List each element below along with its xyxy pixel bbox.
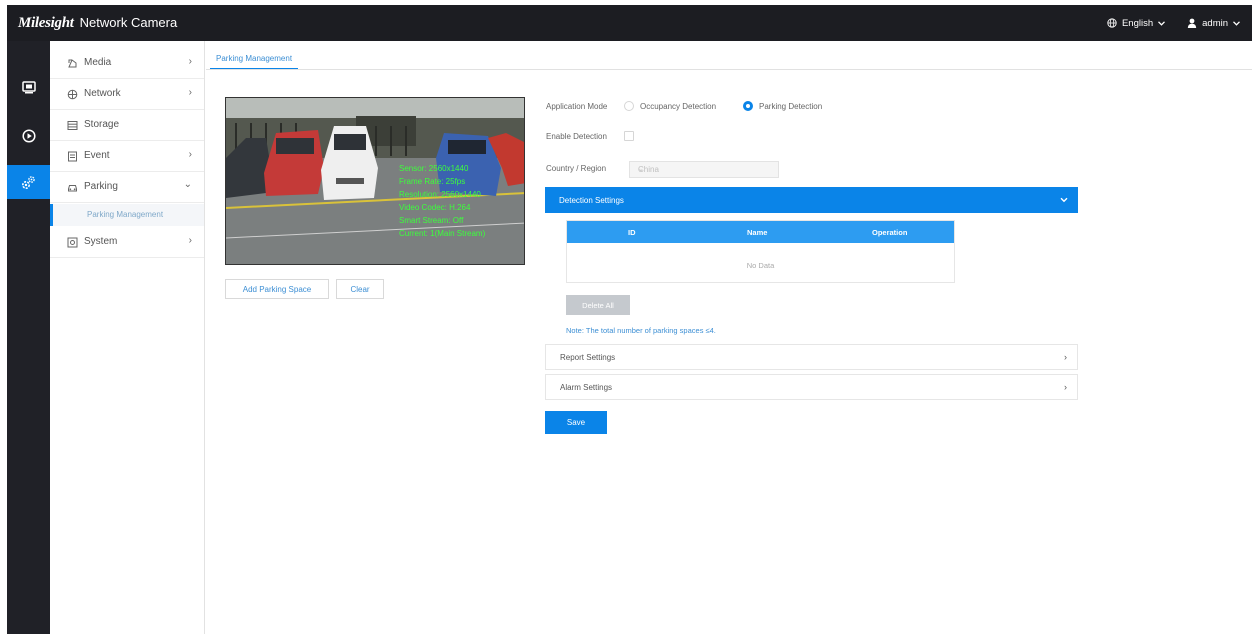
osd-line: Current: 1(Main Stream) bbox=[399, 229, 486, 238]
table-header: ID Name Operation bbox=[567, 221, 954, 243]
chevron-down-icon bbox=[1060, 197, 1068, 203]
detection-settings-panel-header[interactable]: Detection Settings bbox=[545, 187, 1078, 213]
chevron-right-icon: › bbox=[188, 235, 192, 246]
parking-space-table: ID Name Operation No Data bbox=[566, 220, 955, 283]
column-header-name: Name bbox=[747, 228, 768, 237]
playback-icon bbox=[21, 129, 36, 143]
osd-line: Sensor: 2560x1440 bbox=[399, 164, 469, 173]
column-header-operation: Operation bbox=[872, 228, 908, 237]
menu-item-label: System bbox=[84, 236, 118, 247]
chevron-right-icon: › bbox=[188, 56, 192, 67]
enable-detection-checkbox[interactable] bbox=[624, 131, 634, 141]
clear-button[interactable]: Clear bbox=[336, 279, 384, 299]
chevron-right-icon: › bbox=[1064, 382, 1067, 392]
menu-item-media[interactable]: Media › bbox=[50, 48, 204, 79]
detection-settings-label: Detection Settings bbox=[559, 195, 624, 205]
alarm-settings-label: Alarm Settings bbox=[560, 382, 613, 392]
menu-item-label: Network bbox=[84, 88, 121, 99]
chevron-down-icon bbox=[1158, 20, 1166, 26]
monitor-icon bbox=[21, 80, 36, 93]
rail-playback[interactable] bbox=[7, 119, 50, 153]
submenu-item-parking-management[interactable]: Parking Management bbox=[50, 204, 204, 226]
tab-parking-management[interactable]: Parking Management bbox=[210, 51, 299, 70]
user-menu[interactable]: admin bbox=[1187, 18, 1240, 29]
osd-line: Resolution: 2560x1440 bbox=[399, 190, 481, 199]
settings-icon bbox=[21, 175, 35, 189]
occupancy-detection-radio[interactable] bbox=[624, 101, 634, 111]
icon-rail bbox=[7, 41, 50, 634]
report-settings-panel-header[interactable]: Report Settings › bbox=[545, 344, 1078, 370]
product-name: Network Camera bbox=[79, 14, 178, 30]
delete-all-button[interactable]: Delete All bbox=[566, 295, 630, 315]
language-selector[interactable]: English bbox=[1107, 17, 1166, 29]
country-region-select[interactable]: China ⌄ bbox=[629, 161, 779, 178]
language-label: English bbox=[1121, 17, 1154, 29]
enable-detection-label: Enable Detection bbox=[546, 132, 607, 141]
settings-menu: Media › Network › Storage Event › Parkin… bbox=[50, 41, 205, 634]
country-region-label: Country / Region bbox=[546, 164, 607, 173]
menu-item-event[interactable]: Event › bbox=[50, 141, 204, 172]
storage-icon bbox=[67, 121, 78, 130]
media-icon bbox=[68, 59, 77, 68]
event-icon bbox=[68, 151, 77, 162]
user-icon bbox=[1187, 18, 1197, 28]
menu-item-system[interactable]: System › bbox=[50, 227, 204, 258]
menu-item-network[interactable]: Network › bbox=[50, 79, 204, 110]
chevron-right-icon: › bbox=[188, 149, 192, 160]
menu-item-storage[interactable]: Storage bbox=[50, 110, 204, 141]
table-empty-text: No Data bbox=[746, 261, 775, 270]
menu-item-label: Parking bbox=[84, 181, 118, 192]
osd-line: Frame Rate: 25fps bbox=[399, 177, 466, 186]
osd-line: Smart Stream: Off bbox=[399, 216, 464, 225]
chevron-right-icon: › bbox=[1064, 352, 1067, 362]
rail-settings[interactable] bbox=[7, 165, 50, 199]
menu-item-parking[interactable]: Parking ⌄ bbox=[50, 172, 204, 203]
chevron-right-icon: › bbox=[188, 87, 192, 98]
parking-space-limit-note: Note: The total number of parking spaces… bbox=[566, 326, 716, 335]
brand-logo: Milesight bbox=[18, 14, 74, 31]
rail-live-view[interactable] bbox=[7, 70, 50, 104]
menu-item-label: Event bbox=[84, 150, 110, 161]
report-settings-label: Report Settings bbox=[560, 352, 616, 362]
live-video-preview[interactable]: Sensor: 2560x1440 Frame Rate: 25fps Reso… bbox=[225, 97, 525, 265]
menu-item-label: Storage bbox=[84, 119, 120, 130]
top-bar: Milesight Network Camera English admin bbox=[7, 5, 1252, 41]
globe-icon bbox=[1107, 18, 1117, 28]
tab-divider bbox=[206, 69, 1252, 70]
alarm-settings-panel-header[interactable]: Alarm Settings › bbox=[545, 374, 1078, 400]
system-icon bbox=[67, 237, 78, 248]
parking-detection-radio[interactable] bbox=[743, 101, 753, 111]
parking-icon bbox=[68, 185, 77, 192]
submenu-item-label: Parking Management bbox=[87, 210, 164, 219]
occupancy-detection-label[interactable]: Occupancy Detection bbox=[640, 102, 716, 111]
parking-detection-label[interactable]: Parking Detection bbox=[759, 102, 822, 111]
osd-line: Video Codec: H.264 bbox=[399, 203, 471, 212]
network-icon bbox=[67, 89, 78, 100]
user-label: admin bbox=[1202, 17, 1228, 29]
chevron-down-icon: ⌄ bbox=[638, 166, 644, 173]
brand: Milesight Network Camera bbox=[18, 15, 177, 32]
menu-item-label: Media bbox=[84, 57, 112, 68]
column-header-id: ID bbox=[628, 228, 636, 237]
add-parking-space-button[interactable]: Add Parking Space bbox=[225, 279, 329, 299]
save-button[interactable]: Save bbox=[545, 411, 607, 434]
chevron-down-icon bbox=[1233, 20, 1240, 26]
main-content: Parking Management Sensor: 2560x1440 Fra… bbox=[206, 41, 1252, 634]
video-osd: Sensor: 2560x1440 Frame Rate: 25fps Reso… bbox=[399, 162, 485, 240]
chevron-down-icon: ⌄ bbox=[183, 179, 192, 190]
application-mode-label: Application Mode bbox=[546, 102, 608, 111]
